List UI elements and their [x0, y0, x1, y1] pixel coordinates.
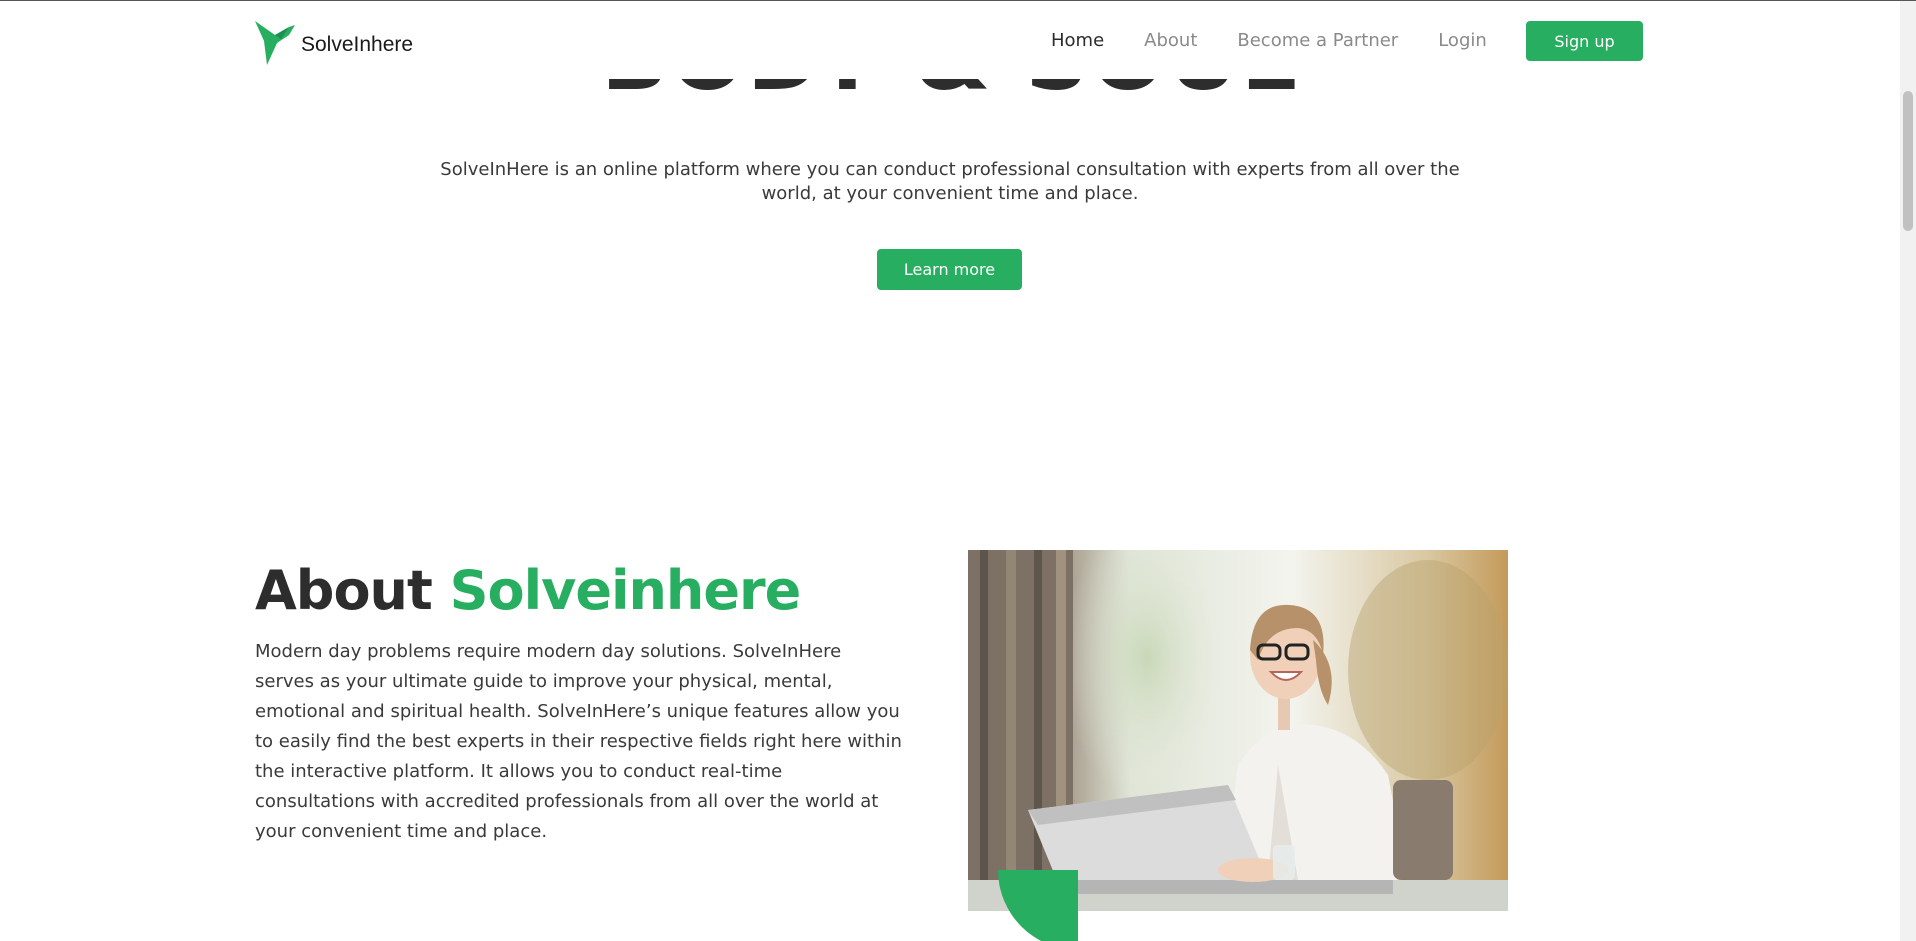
page: BODY & SOUL SolveInhere Home About Becom…: [0, 0, 1916, 941]
main-nav: Home About Become a Partner Login: [1051, 1, 1527, 79]
scrollbar-thumb[interactable]: [1903, 91, 1913, 231]
brand-name: SolveInhere: [301, 33, 414, 56]
hero-description: SolveInHere is an online platform where …: [440, 159, 1460, 204]
consultant-photo: [968, 550, 1508, 911]
nav-about[interactable]: About: [1144, 30, 1197, 51]
about-body: Modern day problems require modern day s…: [255, 641, 902, 842]
learn-more-button[interactable]: Learn more: [877, 249, 1022, 290]
about-title-prefix: About: [255, 559, 433, 622]
hummingbird-logo-icon: [255, 21, 295, 65]
decorative-green-shape: [998, 870, 1078, 941]
nav-login[interactable]: Login: [1438, 30, 1487, 51]
about-title-accent: Solveinhere: [449, 559, 802, 622]
woman-at-laptop-image: [968, 550, 1508, 911]
nav-become-partner[interactable]: Become a Partner: [1237, 30, 1398, 51]
signup-button[interactable]: Sign up: [1526, 21, 1643, 61]
nav-home[interactable]: Home: [1051, 30, 1104, 51]
logo[interactable]: SolveInhere: [255, 21, 413, 67]
navbar: SolveInhere Home About Become a Partner …: [0, 1, 1900, 79]
page-scrollbar[interactable]: [1900, 1, 1916, 941]
about-title: About Solveinhere: [255, 556, 802, 626]
